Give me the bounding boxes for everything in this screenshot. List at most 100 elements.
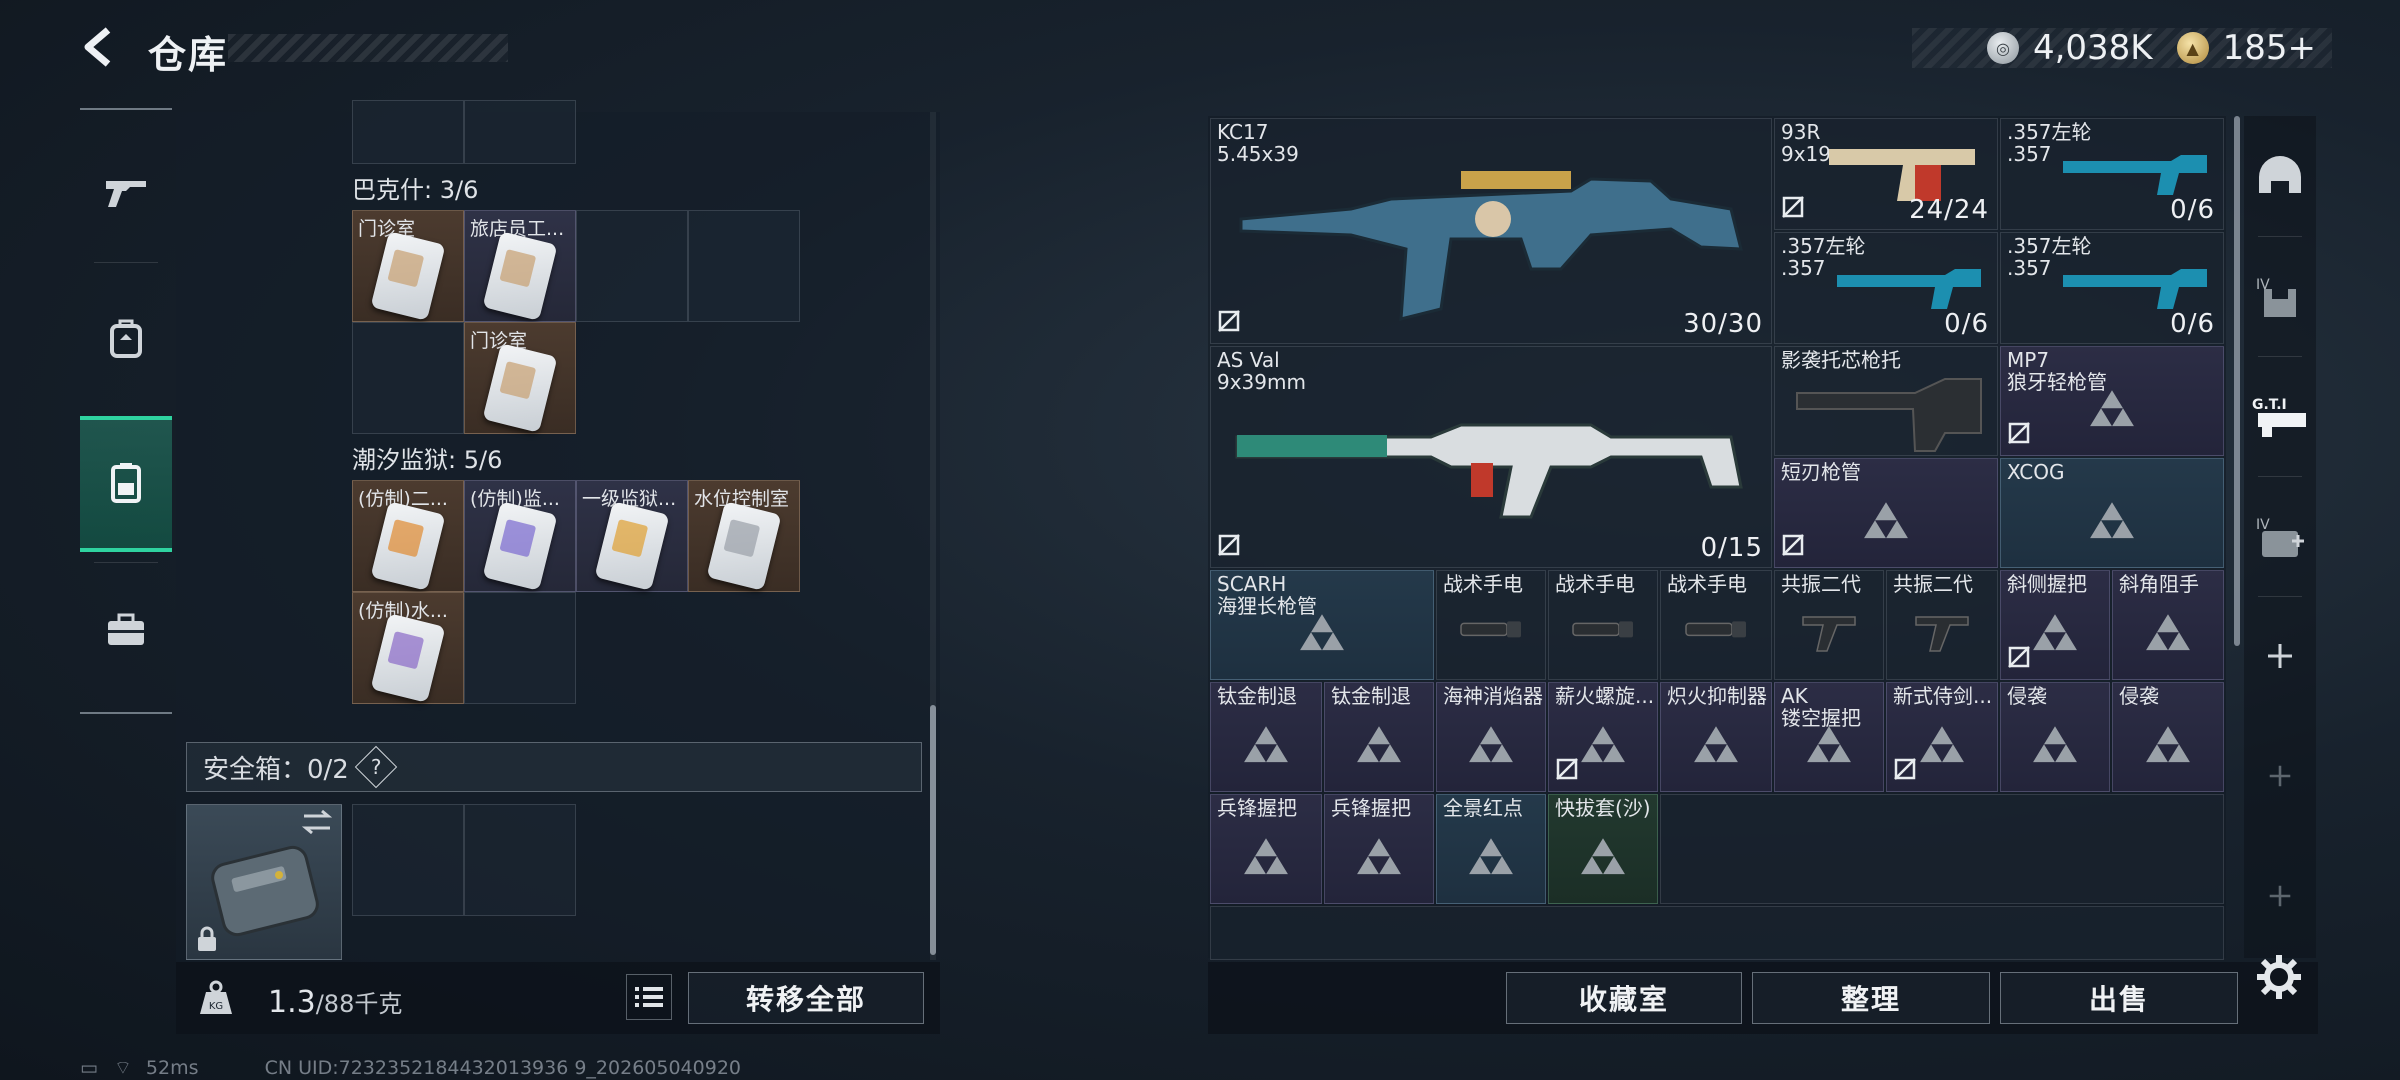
empty-slot[interactable]	[464, 100, 576, 164]
stock-icon	[1796, 378, 1982, 452]
part-item-grip[interactable]: 共振二代	[1774, 570, 1884, 680]
help-icon: ?	[370, 755, 382, 779]
back-arrow-icon[interactable]	[78, 24, 122, 70]
ammo-count: 30/30	[1683, 309, 1763, 339]
part-item-angled-grip[interactable]: 斜侧握把	[2000, 570, 2110, 680]
part-item-flashlight[interactable]: 战术手电	[1548, 570, 1658, 680]
keycard-item[interactable]: (仿制)二...	[352, 480, 464, 592]
part-item-muzzle[interactable]: 钛金制退	[1210, 682, 1322, 792]
weight-current: 1.3	[268, 985, 316, 1020]
keycard-icon	[370, 501, 446, 591]
backpack-tab[interactable]	[80, 270, 172, 406]
keycard-item[interactable]: 门诊室	[352, 210, 464, 322]
gti-tab[interactable]: G.T.I	[2244, 356, 2316, 476]
part-name: 战术手电	[1443, 572, 1523, 596]
grip-icon	[1802, 616, 1856, 652]
weapons-tab[interactable]	[80, 124, 172, 260]
weapon-item-as-val[interactable]: AS Val 9x39mm 0/15	[1210, 346, 1772, 568]
status-bar: ▭ ⌔ 52ms CN UID:7232352184432013936 9_20…	[80, 1056, 741, 1080]
part-item-angled-stopper[interactable]: 斜角阻手	[2112, 570, 2224, 680]
medkit-tab[interactable]: IV	[2244, 476, 2316, 596]
ammo-count: 0/6	[1944, 309, 1989, 339]
revolver-icon	[1837, 269, 1981, 309]
part-item-grip[interactable]: 兵锋握把	[1210, 794, 1322, 904]
helmet-tab[interactable]	[2244, 116, 2316, 236]
empty-slots-row[interactable]	[1660, 794, 2224, 904]
gun-icon	[106, 181, 146, 207]
part-placeholder-icon	[1300, 614, 1344, 651]
vest-tab[interactable]: IV	[2244, 236, 2316, 356]
keycard-tab[interactable]	[80, 416, 172, 552]
weapon-item-357-revolver[interactable]: .357左轮 .357 0/6	[1774, 232, 1998, 344]
gear-icon[interactable]	[2254, 952, 2304, 1002]
briefcase-tab[interactable]	[80, 562, 172, 698]
part-item-raid[interactable]: 侵袭	[2000, 682, 2110, 792]
no-equip-icon	[1893, 757, 1917, 785]
add-slot-button[interactable]	[2244, 596, 2316, 716]
keycard-item[interactable]: 门诊室	[464, 322, 576, 434]
right-scrollbar-thumb[interactable]	[2234, 116, 2240, 646]
keycard-item[interactable]: (仿制)水...	[352, 592, 464, 704]
part-item-suppressor[interactable]: 炽火抑制器	[1660, 682, 1772, 792]
gold-currency-value: 185+	[2222, 28, 2316, 68]
weight-display: 1.3/88千克	[268, 984, 402, 1020]
part-name: SCARH 海狸长枪管	[1217, 572, 1317, 618]
empty-slots-row[interactable]	[1210, 906, 2224, 960]
empty-slot[interactable]	[576, 210, 688, 322]
part-item-muzzle[interactable]: 钛金制退	[1324, 682, 1434, 792]
left-scrollbar-thumb[interactable]	[930, 705, 936, 955]
help-button[interactable]: ?	[354, 745, 398, 789]
keycard-item[interactable]: (仿制)监...	[464, 480, 576, 592]
collection-room-button[interactable]: 收藏室	[1506, 972, 1742, 1024]
vest-icon: IV	[2256, 277, 2296, 317]
keycard-item[interactable]: 一级监狱...	[576, 480, 688, 592]
flashlight-icon	[1685, 621, 1746, 638]
add-slot-button[interactable]	[2244, 716, 2316, 836]
safebox-slot[interactable]	[464, 804, 576, 916]
part-name: 侵袭	[2007, 684, 2047, 708]
empty-slot[interactable]	[352, 322, 464, 434]
weapon-item-357-revolver[interactable]: .357左轮 .357 0/6	[2000, 232, 2224, 344]
rifle-icon	[1235, 423, 1743, 519]
no-equip-icon	[1555, 757, 1579, 785]
weapon-item-93r[interactable]: 93R 9x19mm 24/24	[1774, 118, 1998, 230]
part-item-red-dot[interactable]: 全景红点	[1436, 794, 1546, 904]
part-item-flashlight[interactable]: 战术手电	[1436, 570, 1546, 680]
part-name: 斜角阻手	[2119, 572, 2199, 596]
part-item-sword[interactable]: 新式侍剑...	[1886, 682, 1998, 792]
weapon-item-kc17[interactable]: KC17 5.45x39 30/30	[1210, 118, 1772, 344]
part-item-scarh-barrel[interactable]: SCARH 海狸长枪管	[1210, 570, 1434, 680]
add-slot-button[interactable]	[2244, 836, 2316, 956]
safebox-slot[interactable]	[352, 804, 464, 916]
part-item-grip[interactable]: 共振二代	[1886, 570, 1998, 680]
part-item-short-barrel[interactable]: 短刃枪管	[1774, 458, 1998, 568]
battery-icon: ▭	[80, 1057, 98, 1079]
no-equip-icon	[1781, 195, 1805, 223]
part-item-mp7-barrel[interactable]: MP7 狼牙轻枪管	[2000, 346, 2224, 456]
sell-button[interactable]: 出售	[2000, 972, 2238, 1024]
part-item-stock[interactable]: 影袭托芯枪托	[1774, 346, 1998, 456]
part-placeholder-icon	[1864, 502, 1908, 539]
part-item-grip[interactable]: 兵锋握把	[1324, 794, 1434, 904]
empty-slot[interactable]	[688, 210, 800, 322]
part-item-flashlight[interactable]: 战术手电	[1660, 570, 1772, 680]
keycard-item[interactable]: 旅店员工...	[464, 210, 576, 322]
part-name: 短刃枪管	[1781, 460, 1861, 484]
transfer-all-button[interactable]: 转移全部	[688, 972, 924, 1024]
keycard-item[interactable]: 水位控制室	[688, 480, 800, 592]
empty-slot[interactable]	[464, 592, 576, 704]
sort-button[interactable]: 整理	[1752, 972, 1990, 1024]
part-item-raid[interactable]: 侵袭	[2112, 682, 2224, 792]
part-item-quick-holster[interactable]: 快拔套(沙)	[1548, 794, 1658, 904]
flashlight-icon	[1460, 621, 1521, 638]
part-item-xcog[interactable]: XCOG	[2000, 458, 2224, 568]
part-item-spiral[interactable]: 薪火螺旋...	[1548, 682, 1658, 792]
part-item-ak-grip[interactable]: AK 镂空握把	[1774, 682, 1884, 792]
helmet-icon	[2259, 156, 2301, 193]
swap-icon[interactable]	[300, 808, 334, 836]
part-item-flash-hider[interactable]: 海神消焰器	[1436, 682, 1546, 792]
list-view-button[interactable]	[626, 974, 672, 1020]
empty-slot[interactable]	[352, 100, 464, 164]
part-name: 斜侧握把	[2007, 572, 2087, 596]
weapon-item-357-revolver[interactable]: .357左轮 .357 0/6	[2000, 118, 2224, 230]
